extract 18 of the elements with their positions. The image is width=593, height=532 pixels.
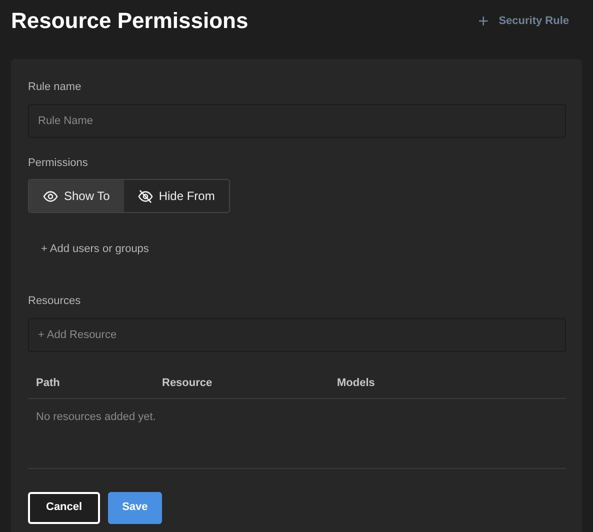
column-header: Models — [329, 368, 566, 398]
plus-icon: + — [478, 12, 489, 30]
eye-icon — [43, 188, 58, 204]
button-label: Security Rule — [498, 14, 569, 29]
cancel-button[interactable]: Cancel — [28, 492, 100, 524]
permission-tab[interactable]: Show To — [29, 180, 124, 212]
eye-slash-icon — [138, 188, 153, 204]
add-security-rule-button[interactable]: + Security Rule — [478, 12, 569, 30]
field-label: Resources — [28, 294, 82, 309]
empty-message: No resources added yet. — [28, 398, 566, 468]
rule-name-field[interactable]: Rule Name — [28, 104, 566, 138]
column-header: Resource — [154, 368, 329, 398]
field-label: Permissions — [28, 156, 89, 170]
column-header: Path — [28, 368, 154, 398]
add-resource-field[interactable]: + Add Resource — [28, 318, 566, 352]
page-title: Resource Permissions — [11, 7, 248, 35]
field-label: Rule name — [28, 80, 82, 95]
add-users-link[interactable]: + Add users or groups — [41, 241, 149, 258]
